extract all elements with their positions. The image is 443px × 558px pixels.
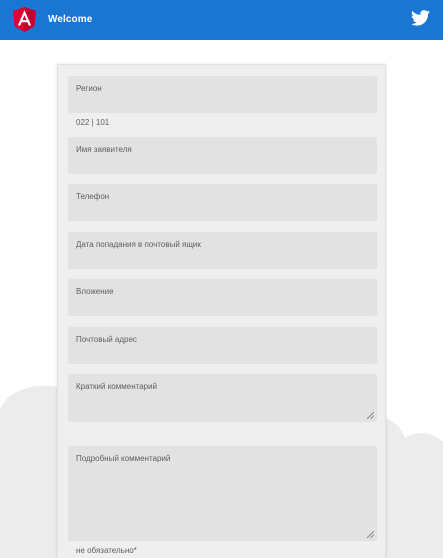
attachment-field[interactable]: Вложение xyxy=(68,279,377,316)
resize-handle-icon[interactable] xyxy=(367,531,374,538)
detailed-comment-hint: не обязательно* xyxy=(76,546,137,555)
top-toolbar: Welcome xyxy=(0,0,443,40)
mailbox-date-field[interactable]: Дата попадания в почтовый ящик xyxy=(68,232,377,269)
detailed-comment-label: Подробный комментарий xyxy=(76,454,171,463)
mailbox-date-label: Дата попадания в почтовый ящик xyxy=(76,240,201,249)
phone-field[interactable]: Телефон xyxy=(68,184,377,221)
short-comment-label: Краткий комментарий xyxy=(76,382,158,391)
applicant-name-field[interactable]: Имя заявителя xyxy=(68,137,377,174)
detailed-comment-textarea[interactable]: Подробный комментарий xyxy=(68,446,377,541)
postal-address-field[interactable]: Почтовый адрес xyxy=(68,327,377,364)
postal-address-label: Почтовый адрес xyxy=(76,335,137,344)
region-value-hint: 022 | 101 xyxy=(76,118,110,127)
resize-handle-icon[interactable] xyxy=(367,412,374,419)
region-field[interactable]: Регион xyxy=(68,76,377,113)
phone-label: Телефон xyxy=(76,192,110,201)
form-card: Регион 022 | 101 Имя заявителя Телефон Д… xyxy=(57,64,386,558)
attachment-label: Вложение xyxy=(76,287,114,296)
angular-logo-icon[interactable] xyxy=(13,7,36,32)
applicant-name-label: Имя заявителя xyxy=(76,145,132,154)
region-label: Регион xyxy=(76,84,102,93)
twitter-icon[interactable] xyxy=(411,10,430,26)
app-title: Welcome xyxy=(48,14,93,25)
short-comment-textarea[interactable]: Краткий комментарий xyxy=(68,374,377,422)
